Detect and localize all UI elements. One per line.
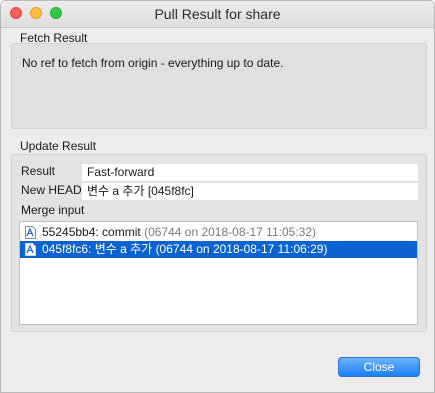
commit-file-icon [25,226,36,239]
fetch-result-panel: No ref to fetch from origin - everything… [11,43,427,129]
merge-item-detail: (06744 on 2018-08-17 11:06:29) [155,242,328,256]
merge-item-detail: (06744 on 2018-08-17 11:05:32) [144,225,316,239]
merge-input-label: Merge input [21,203,85,217]
merge-item-commit: 045f8fc6: 변수 a 추가 [42,242,153,256]
pull-result-dialog: Pull Result for share Fetch Result No re… [0,0,435,393]
result-label: Result [21,164,56,178]
window-title: Pull Result for share [154,6,281,22]
merge-item-commit: 55245bb4: commit [42,225,141,239]
update-result-heading: Update Result [20,139,97,153]
merge-list-item[interactable]: 55245bb4: commit (06744 on 2018-08-17 11… [20,224,417,241]
close-button[interactable]: Close [338,357,420,377]
merge-input-list[interactable]: 55245bb4: commit (06744 on 2018-08-17 11… [19,221,418,325]
fetch-result-message: No ref to fetch from origin - everything… [22,56,284,70]
title-bar[interactable]: Pull Result for share [1,1,434,28]
update-result-panel: Result Fast-forward New HEAD 변수 a 추가 [04… [11,154,427,332]
commit-file-icon [25,243,36,256]
new-head-value-field[interactable]: 변수 a 추가 [045f8fc] [82,183,418,200]
result-value-field[interactable]: Fast-forward [82,164,418,181]
new-head-label: New HEAD [21,183,82,197]
merge-list-item-selected[interactable]: 045f8fc6: 변수 a 추가 (06744 on 2018-08-17 1… [20,241,417,258]
